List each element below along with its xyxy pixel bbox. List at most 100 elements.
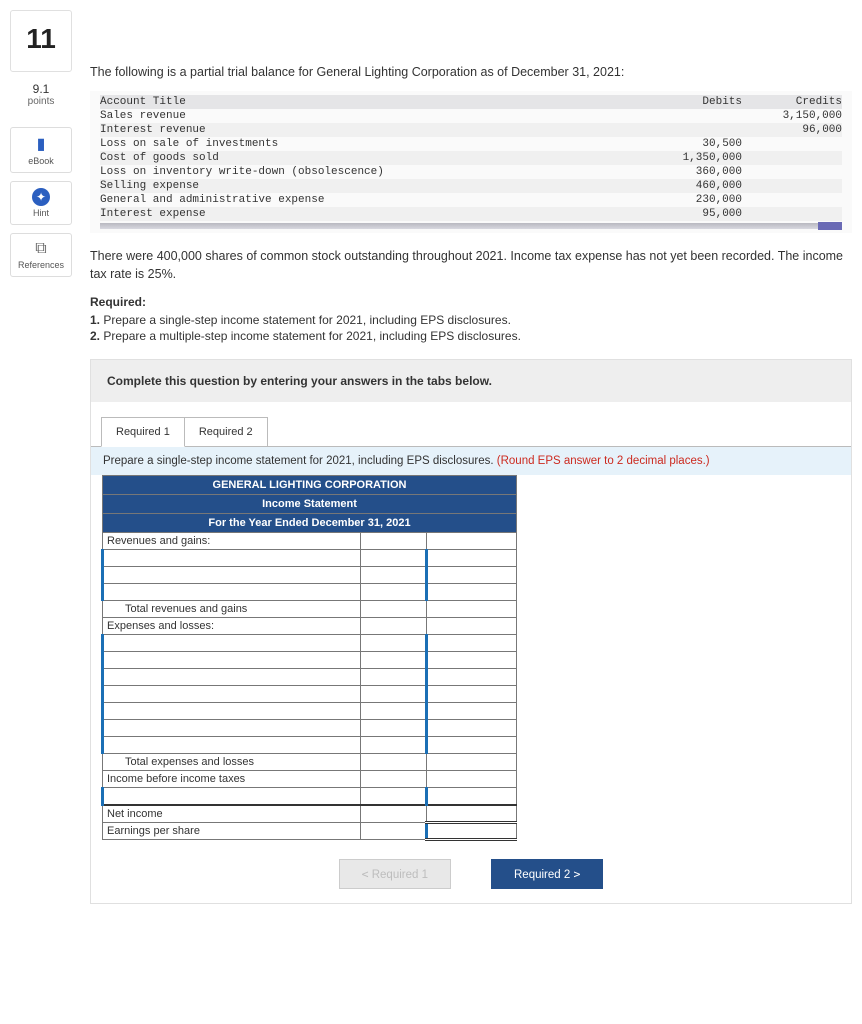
amount-cell[interactable] (361, 669, 427, 686)
trial-row: Cost of goods sold 1,350,000 (100, 151, 842, 165)
statement-title: Income Statement (103, 495, 517, 514)
amount-cell[interactable] (427, 635, 517, 652)
trial-cell (742, 152, 842, 164)
amount-cell[interactable] (427, 652, 517, 669)
total-revenues-label: Total revenues and gains (103, 601, 361, 618)
trial-row: Loss on inventory write-down (obsolescen… (100, 165, 842, 179)
requirement-text: Prepare a multiple-step income statement… (103, 329, 521, 343)
account-dropdown[interactable] (103, 635, 361, 652)
trial-cell: Cost of goods sold (100, 152, 642, 164)
amount-cell[interactable] (427, 584, 517, 601)
amount-cell[interactable] (427, 533, 517, 550)
amount-cell[interactable] (361, 567, 427, 584)
intro-text: The following is a partial trial balance… (90, 65, 852, 79)
expenses-section-label: Expenses and losses: (103, 618, 361, 635)
tab-required-1[interactable]: Required 1 (101, 417, 185, 447)
trial-cell: 95,000 (642, 208, 742, 220)
trial-cell (742, 166, 842, 178)
trial-cell (642, 124, 742, 136)
trial-cell: 460,000 (642, 180, 742, 192)
next-required-button[interactable]: Required 2 > (491, 859, 603, 889)
tab-instruction-main: Prepare a single-step income statement f… (103, 455, 497, 467)
ebook-label: eBook (28, 156, 54, 166)
account-dropdown[interactable] (103, 788, 361, 805)
amount-cell[interactable] (361, 737, 427, 754)
trial-header-title: Account Title (100, 96, 642, 108)
trial-header-credits: Credits (742, 96, 842, 108)
trial-cell: Interest revenue (100, 124, 642, 136)
amount-cell[interactable] (361, 601, 427, 618)
amount-cell[interactable] (427, 686, 517, 703)
amount-cell[interactable] (361, 550, 427, 567)
amount-cell[interactable] (361, 720, 427, 737)
amount-cell[interactable] (427, 550, 517, 567)
net-income-label: Net income (103, 805, 361, 823)
amount-cell[interactable] (427, 788, 517, 805)
tab-bar: Required 1 Required 2 (91, 402, 851, 446)
trial-row: Sales revenue 3,150,000 (100, 109, 842, 123)
answer-instruction: Complete this question by entering your … (91, 360, 851, 402)
chevron-left-icon: < (362, 867, 369, 881)
requirements-list: 1. Prepare a single-step income statemen… (90, 313, 852, 343)
trial-cell: 96,000 (742, 124, 842, 136)
trial-cell (742, 194, 842, 206)
amount-cell[interactable] (361, 618, 427, 635)
account-dropdown[interactable] (103, 669, 361, 686)
trial-cell (742, 180, 842, 192)
requirement-item: 2. Prepare a multiple-step income statem… (90, 329, 852, 343)
hint-button[interactable]: ✦ Hint (10, 181, 72, 225)
amount-cell[interactable] (427, 703, 517, 720)
requirement-text: Prepare a single-step income statement f… (103, 313, 511, 327)
ebook-button[interactable]: ▮ eBook (10, 127, 72, 173)
trial-cell: 30,500 (642, 138, 742, 150)
trial-cell: Loss on sale of investments (100, 138, 642, 150)
account-dropdown[interactable] (103, 652, 361, 669)
amount-cell[interactable] (361, 635, 427, 652)
chevron-right-icon: > (573, 867, 580, 881)
eps-label: Earnings per share (103, 822, 361, 839)
amount-cell[interactable] (427, 720, 517, 737)
account-dropdown[interactable] (103, 550, 361, 567)
hint-label: Hint (33, 208, 49, 218)
amount-cell[interactable] (361, 805, 427, 823)
required-label: Required: (90, 295, 852, 309)
amount-cell[interactable] (427, 754, 517, 771)
trial-cell: 1,350,000 (642, 152, 742, 164)
tab-instruction: Prepare a single-step income statement f… (91, 446, 851, 475)
amount-cell[interactable] (361, 771, 427, 788)
amount-cell[interactable] (427, 822, 517, 839)
amount-cell[interactable] (361, 703, 427, 720)
account-dropdown[interactable] (103, 686, 361, 703)
period-header: For the Year Ended December 31, 2021 (103, 514, 517, 533)
account-dropdown[interactable] (103, 737, 361, 754)
amount-cell[interactable] (427, 771, 517, 788)
amount-cell[interactable] (361, 788, 427, 805)
amount-cell[interactable] (361, 754, 427, 771)
amount-cell[interactable] (427, 567, 517, 584)
account-dropdown[interactable] (103, 567, 361, 584)
amount-cell[interactable] (427, 669, 517, 686)
references-button[interactable]: ⧉ References (10, 233, 72, 277)
trial-row: Interest revenue 96,000 (100, 123, 842, 137)
amount-cell[interactable] (361, 533, 427, 550)
trial-cell (742, 208, 842, 220)
income-before-tax-label: Income before income taxes (103, 771, 361, 788)
account-dropdown[interactable] (103, 584, 361, 601)
trial-header-row: Account Title Debits Credits (100, 95, 842, 109)
account-dropdown[interactable] (103, 703, 361, 720)
scrollbar[interactable] (100, 223, 842, 229)
account-dropdown[interactable] (103, 720, 361, 737)
total-expenses-label: Total expenses and losses (103, 754, 361, 771)
amount-cell[interactable] (361, 652, 427, 669)
question-number: 11 (10, 10, 72, 72)
book-icon: ▮ (13, 134, 69, 154)
trial-cell (642, 110, 742, 122)
tab-required-2[interactable]: Required 2 (185, 417, 268, 447)
amount-cell[interactable] (427, 601, 517, 618)
amount-cell[interactable] (361, 822, 427, 839)
amount-cell[interactable] (427, 737, 517, 754)
amount-cell[interactable] (427, 805, 517, 823)
amount-cell[interactable] (361, 584, 427, 601)
amount-cell[interactable] (361, 686, 427, 703)
amount-cell[interactable] (427, 618, 517, 635)
